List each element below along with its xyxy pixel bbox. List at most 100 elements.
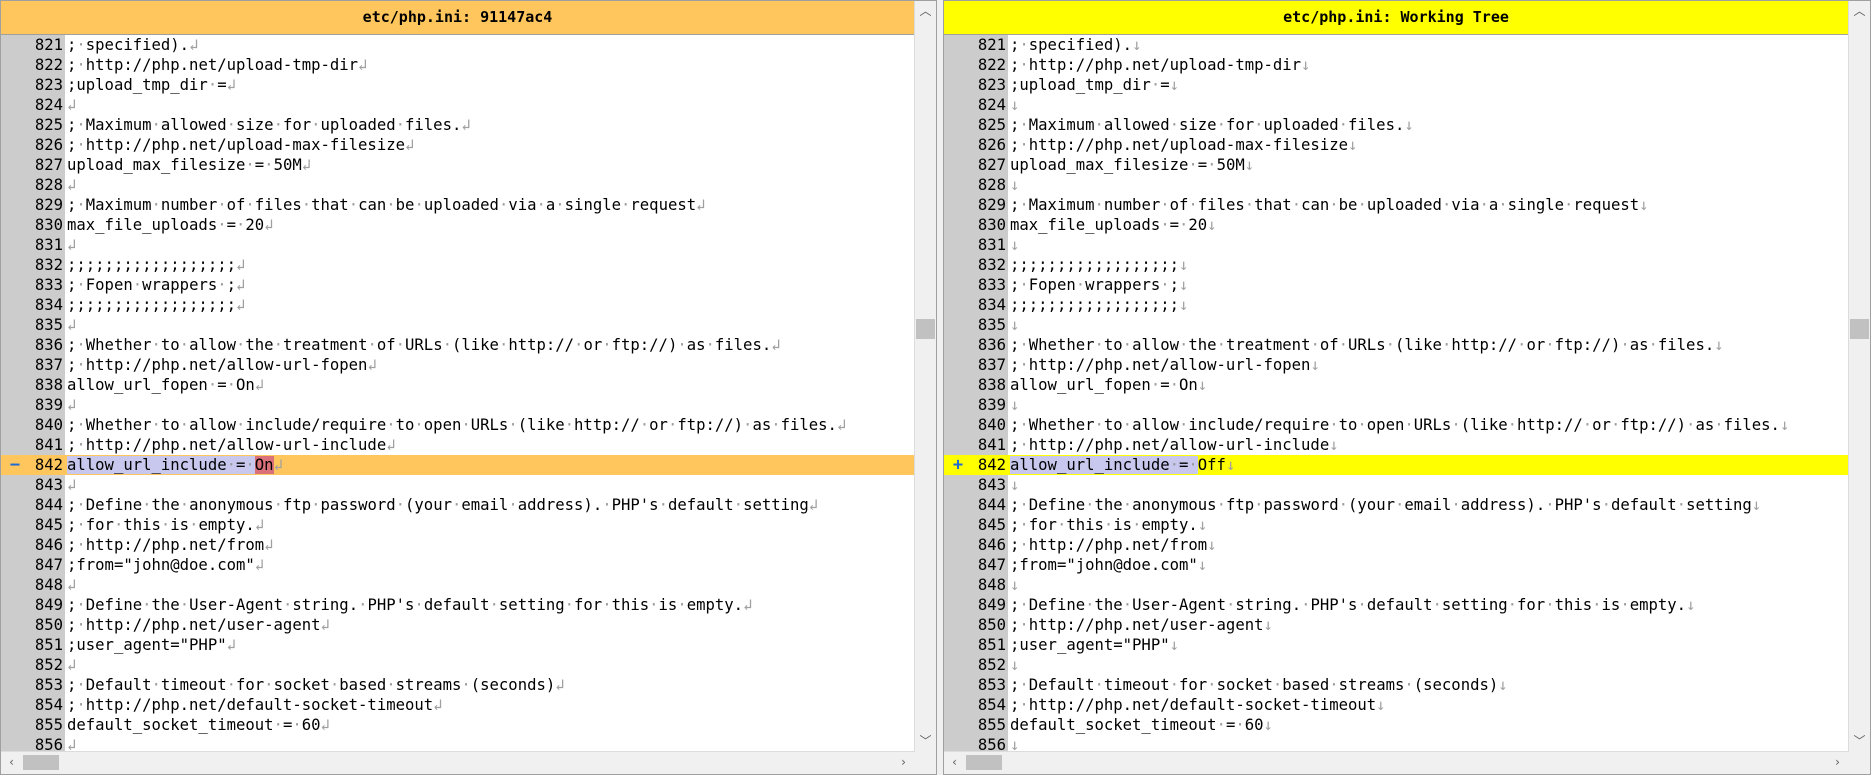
- code-line[interactable]: 824 ↓: [944, 95, 1848, 115]
- end-of-line-icon: ↓: [1169, 76, 1179, 94]
- code-line[interactable]: 833 ;·Fopen·wrappers·;↓: [944, 275, 1848, 295]
- line-number: 834: [977, 296, 1006, 314]
- left-code-view[interactable]: 821 ;·specified).↲ 822 ;·http://php.net/upl…: [1, 35, 914, 752]
- code-line[interactable]: 839 ↲: [1, 395, 914, 415]
- code-line[interactable]: 833 ;·Fopen·wrappers·;↲: [1, 275, 914, 295]
- left-vertical-scroll-thumb[interactable]: [916, 319, 935, 339]
- scroll-down-icon[interactable]: ﹀: [1849, 731, 1870, 752]
- code-line[interactable]: 847 ;from="john@doe.com"↲: [1, 555, 914, 575]
- scroll-left-icon[interactable]: ‹: [944, 752, 965, 773]
- right-vertical-scrollbar[interactable]: ︿ ﹀: [1848, 1, 1870, 752]
- code-line[interactable]: 829 ;·Maximum·number·of·files·that·can·be…: [944, 195, 1848, 215]
- left-vertical-scrollbar[interactable]: ︿ ﹀: [914, 1, 936, 752]
- code-line[interactable]: 841 ;·http://php.net/allow-url-include↓: [944, 435, 1848, 455]
- code-line[interactable]: 834 ;;;;;;;;;;;;;;;;;;↓: [944, 295, 1848, 315]
- code-line[interactable]: 831 ↲: [1, 235, 914, 255]
- code-line[interactable]: 856 ↓: [944, 735, 1848, 752]
- code-line[interactable]: 828 ↲: [1, 175, 914, 195]
- code-line[interactable]: 849 ;·Define·the·User-Agent·string.·PHP's…: [1, 595, 914, 615]
- code-line[interactable]: 824 ↲: [1, 95, 914, 115]
- code-line[interactable]: 822 ;·http://php.net/upload-tmp-dir↲: [1, 55, 914, 75]
- code-line[interactable]: 827 upload_max_filesize·=·50M↲: [1, 155, 914, 175]
- code-line[interactable]: 844 ;·Define·the·anonymous·ftp·password·(…: [944, 495, 1848, 515]
- code-line[interactable]: −842 allow_url_include·=·On↲: [1, 455, 914, 475]
- code-line[interactable]: 832 ;;;;;;;;;;;;;;;;;;↓: [944, 255, 1848, 275]
- right-horizontal-scrollbar[interactable]: ‹ ›: [944, 751, 1848, 774]
- code-line[interactable]: 837 ;·http://php.net/allow-url-fopen↓: [944, 355, 1848, 375]
- scroll-left-icon[interactable]: ‹: [1, 752, 22, 773]
- code-line[interactable]: 825 ;·Maximum·allowed·size·for·uploaded·f…: [1, 115, 914, 135]
- code-line[interactable]: 853 ;·Default·timeout·for·socket·based·st…: [944, 675, 1848, 695]
- code-line[interactable]: 850 ;·http://php.net/user-agent↓: [944, 615, 1848, 635]
- code-line[interactable]: 848 ↓: [944, 575, 1848, 595]
- code-line[interactable]: 838 allow_url_fopen·=·On↲: [1, 375, 914, 395]
- code-line[interactable]: 852 ↲: [1, 655, 914, 675]
- code-line[interactable]: 834 ;;;;;;;;;;;;;;;;;;↲: [1, 295, 914, 315]
- code-line[interactable]: 854 ;·http://php.net/default-socket-timeo…: [1, 695, 914, 715]
- line-number: 826: [977, 136, 1006, 154]
- code-line[interactable]: 821 ;·specified).↲: [1, 35, 914, 55]
- code-line[interactable]: 822 ;·http://php.net/upload-tmp-dir↓: [944, 55, 1848, 75]
- code-line[interactable]: 850 ;·http://php.net/user-agent↲: [1, 615, 914, 635]
- code-line[interactable]: 845 ;·for·this·is·empty.↲: [1, 515, 914, 535]
- code-line[interactable]: 821 ;·specified).↓: [944, 35, 1848, 55]
- code-line[interactable]: 826 ;·http://php.net/upload-max-filesize↓: [944, 135, 1848, 155]
- code-line[interactable]: 843 ↓: [944, 475, 1848, 495]
- right-horizontal-scroll-thumb[interactable]: [966, 755, 1002, 770]
- scroll-down-icon[interactable]: ﹀: [915, 731, 936, 752]
- code-line[interactable]: 825 ;·Maximum·allowed·size·for·uploaded·f…: [944, 115, 1848, 135]
- code-line[interactable]: 832 ;;;;;;;;;;;;;;;;;;↲: [1, 255, 914, 275]
- scroll-up-icon[interactable]: ︿: [1849, 1, 1870, 22]
- scroll-up-icon[interactable]: ︿: [915, 1, 936, 22]
- code-line[interactable]: 835 ↓: [944, 315, 1848, 335]
- code-line[interactable]: 828 ↓: [944, 175, 1848, 195]
- code-line[interactable]: +842 allow_url_include·=·Off↓: [944, 455, 1848, 475]
- code-line[interactable]: 830 max_file_uploads·=·20↲: [1, 215, 914, 235]
- line-number: 823: [34, 76, 63, 94]
- code-line[interactable]: 835 ↲: [1, 315, 914, 335]
- code-line[interactable]: 836 ;·Whether·to·allow·the·treatment·of·U…: [944, 335, 1848, 355]
- right-code-view[interactable]: 821 ;·specified).↓ 822 ;·http://php.net/upl…: [944, 35, 1848, 752]
- scroll-right-icon[interactable]: ›: [893, 752, 914, 773]
- code-line[interactable]: 855 default_socket_timeout·=·60↓: [944, 715, 1848, 735]
- code-line[interactable]: 845 ;·for·this·is·empty.↓: [944, 515, 1848, 535]
- code-line[interactable]: 846 ;·http://php.net/from↓: [944, 535, 1848, 555]
- code-line[interactable]: 836 ;·Whether·to·allow·the·treatment·of·U…: [1, 335, 914, 355]
- code-line[interactable]: 840 ;·Whether·to·allow·include/require·to…: [944, 415, 1848, 435]
- line-text: ;·http://php.net/from↲: [67, 536, 274, 554]
- code-line[interactable]: 847 ;from="john@doe.com"↓: [944, 555, 1848, 575]
- code-line[interactable]: 837 ;·http://php.net/allow-url-fopen↲: [1, 355, 914, 375]
- code-line[interactable]: 830 max_file_uploads·=·20↓: [944, 215, 1848, 235]
- code-line[interactable]: 823 ;upload_tmp_dir·=↲: [1, 75, 914, 95]
- line-number: 846: [34, 536, 63, 554]
- right-diff-pane[interactable]: etc/php.ini: Working Tree 821 ;·specified…: [943, 0, 1871, 775]
- line-number: 829: [977, 196, 1006, 214]
- end-of-line-icon: ↓: [1179, 296, 1189, 314]
- right-vertical-scroll-thumb[interactable]: [1850, 319, 1869, 339]
- code-line[interactable]: 831 ↓: [944, 235, 1848, 255]
- code-line[interactable]: 856 ↲: [1, 735, 914, 752]
- code-line[interactable]: 855 default_socket_timeout·=·60↲: [1, 715, 914, 735]
- code-line[interactable]: 823 ;upload_tmp_dir·=↓: [944, 75, 1848, 95]
- code-line[interactable]: 846 ;·http://php.net/from↲: [1, 535, 914, 555]
- code-line[interactable]: 827 upload_max_filesize·=·50M↓: [944, 155, 1848, 175]
- left-horizontal-scrollbar[interactable]: ‹ ›: [1, 751, 914, 774]
- code-line[interactable]: 848 ↲: [1, 575, 914, 595]
- scroll-right-icon[interactable]: ›: [1827, 752, 1848, 773]
- code-line[interactable]: 853 ;·Default·timeout·for·socket·based·st…: [1, 675, 914, 695]
- code-line[interactable]: 841 ;·http://php.net/allow-url-include↲: [1, 435, 914, 455]
- left-horizontal-scroll-thumb[interactable]: [23, 755, 59, 770]
- left-diff-pane[interactable]: etc/php.ini: 91147ac4 821 ;·specified).↲ 8…: [0, 0, 937, 775]
- code-line[interactable]: 844 ;·Define·the·anonymous·ftp·password·(…: [1, 495, 914, 515]
- code-line[interactable]: 854 ;·http://php.net/default-socket-timeo…: [944, 695, 1848, 715]
- code-line[interactable]: 838 allow_url_fopen·=·On↓: [944, 375, 1848, 395]
- code-line[interactable]: 843 ↲: [1, 475, 914, 495]
- code-line[interactable]: 840 ;·Whether·to·allow·include/require·to…: [1, 415, 914, 435]
- code-line[interactable]: 851 ;user_agent="PHP"↲: [1, 635, 914, 655]
- code-line[interactable]: 852 ↓: [944, 655, 1848, 675]
- code-line[interactable]: 839 ↓: [944, 395, 1848, 415]
- code-line[interactable]: 849 ;·Define·the·User-Agent·string.·PHP's…: [944, 595, 1848, 615]
- code-line[interactable]: 851 ;user_agent="PHP"↓: [944, 635, 1848, 655]
- code-line[interactable]: 829 ;·Maximum·number·of·files·that·can·be…: [1, 195, 914, 215]
- code-line[interactable]: 826 ;·http://php.net/upload-max-filesize↲: [1, 135, 914, 155]
